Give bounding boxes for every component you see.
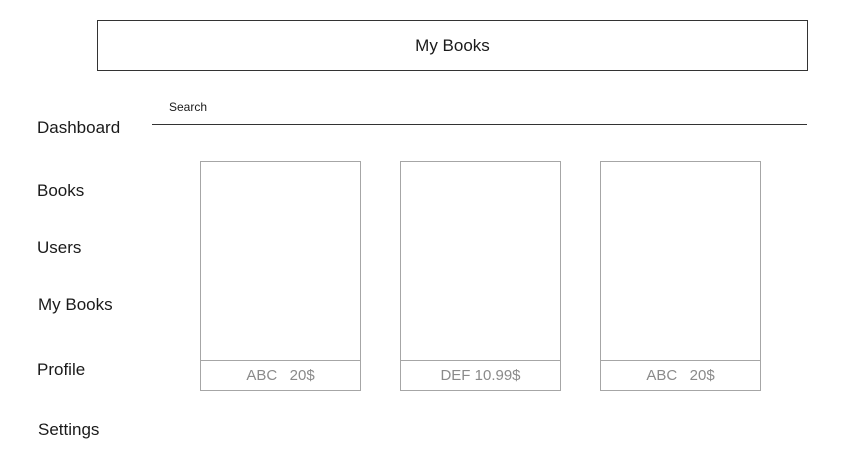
book-cover	[601, 162, 760, 361]
sidebar-item-users[interactable]: Users	[37, 238, 81, 258]
book-caption: ABC 20$	[246, 367, 315, 384]
book-card[interactable]: DEF 10.99$	[400, 161, 561, 391]
search-bar	[152, 96, 807, 125]
sidebar-item-my-books[interactable]: My Books	[38, 295, 113, 315]
book-cover	[401, 162, 560, 361]
page-title: My Books	[415, 35, 490, 55]
book-card[interactable]: ABC 20$	[200, 161, 361, 391]
sidebar-item-profile[interactable]: Profile	[37, 360, 85, 380]
book-card[interactable]: ABC 20$	[600, 161, 761, 391]
page-title-box: My Books	[97, 20, 808, 71]
sidebar-item-books[interactable]: Books	[37, 181, 84, 201]
book-caption: DEF 10.99$	[440, 367, 521, 384]
search-input[interactable]	[169, 100, 789, 114]
book-cover	[201, 162, 360, 361]
sidebar-item-settings[interactable]: Settings	[38, 420, 99, 440]
sidebar-item-dashboard[interactable]: Dashboard	[37, 118, 120, 138]
book-caption: ABC 20$	[646, 367, 715, 384]
